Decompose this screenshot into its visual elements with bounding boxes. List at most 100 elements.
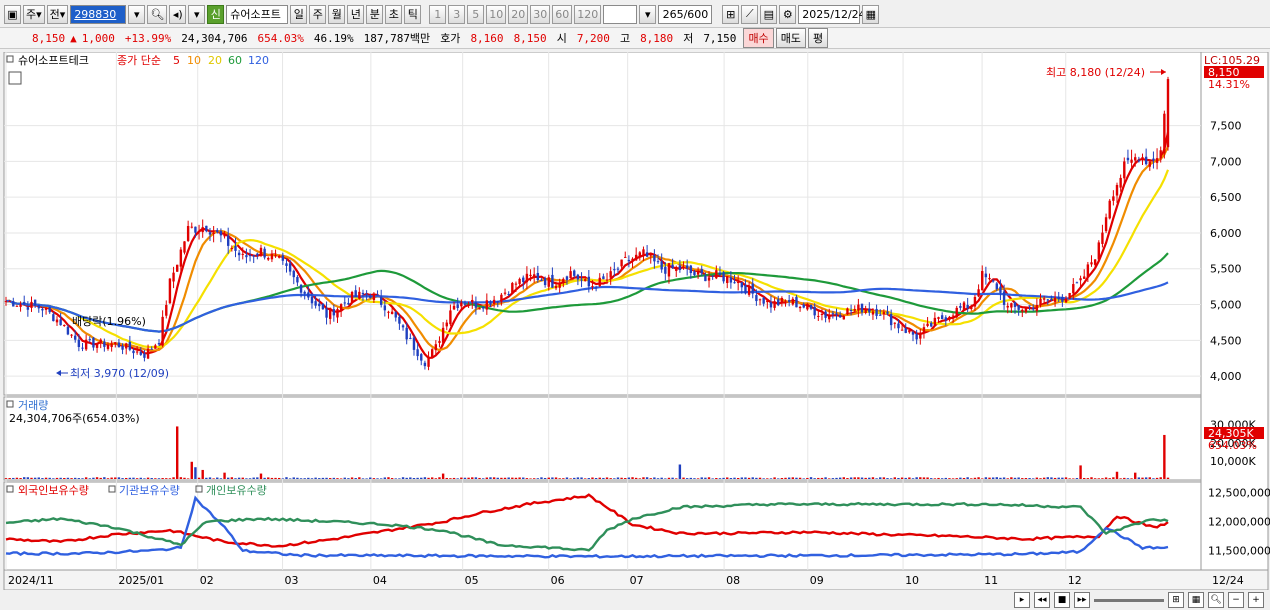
volume-bar — [973, 477, 977, 479]
volume-bar — [369, 477, 372, 479]
volume-bar — [1075, 478, 1079, 479]
volume-bar — [857, 477, 860, 479]
volume-tick-label: 10,000K — [1210, 455, 1256, 468]
period-week-button[interactable]: 주 — [309, 4, 327, 24]
code-dropdown-button[interactable]: ▾ — [128, 4, 146, 24]
chevron-down-icon[interactable]: ▾ — [639, 4, 657, 24]
interval-10-button[interactable]: 10 — [486, 4, 507, 24]
interval-1-button[interactable]: 1 — [429, 4, 447, 24]
market-type-select[interactable]: 주 ▾ — [23, 4, 45, 24]
volume-bar — [722, 477, 725, 479]
volume-bar — [594, 478, 598, 479]
period-second-button[interactable]: 초 — [385, 4, 403, 24]
gear-icon[interactable]: ⚙ — [779, 4, 797, 24]
volume-bar — [241, 477, 244, 479]
candle-body — [540, 279, 543, 281]
volume-bar — [631, 477, 634, 479]
evaluate-button[interactable]: 평 — [807, 28, 829, 48]
interval-120-button[interactable]: 120 — [574, 4, 602, 24]
candle-body — [715, 270, 718, 279]
rewind-icon[interactable]: ◂◂ — [1034, 592, 1050, 608]
candle-body — [609, 271, 612, 278]
draw-line-icon[interactable]: ⟋ — [741, 4, 759, 24]
candle-body — [259, 247, 263, 256]
candle-body — [569, 271, 572, 279]
buy-button[interactable]: 매수 — [743, 28, 774, 48]
candle-body — [824, 311, 827, 318]
candle-body — [616, 268, 620, 270]
sell-button[interactable]: 매도 — [775, 28, 806, 48]
layout-icon[interactable]: ⊞ — [1168, 592, 1184, 608]
candle-body — [41, 309, 44, 311]
candle-body — [219, 230, 223, 236]
candle-body — [762, 297, 765, 304]
volume-bar — [157, 478, 161, 479]
candle-body — [1046, 299, 1049, 301]
candle-body — [857, 304, 860, 311]
volume-bar — [409, 477, 412, 479]
stock-code-input[interactable]: 298830 — [70, 4, 127, 24]
high-label: 고 — [619, 32, 631, 45]
date-field[interactable]: 2025/12/24 — [798, 4, 866, 24]
candle-body — [948, 316, 951, 320]
bar-count-field[interactable]: 265/600 — [658, 4, 713, 24]
volume-bar — [1024, 478, 1028, 479]
zoom-slider[interactable] — [1094, 598, 1164, 602]
fast-forward-icon[interactable]: ▸▸ — [1074, 592, 1090, 608]
candle-body — [740, 282, 744, 288]
candle-body — [729, 277, 733, 283]
candle-body — [1013, 302, 1017, 307]
chart-tools-icon[interactable]: ⊞ — [722, 4, 740, 24]
volume-bar — [307, 477, 310, 479]
volume-bar — [500, 477, 503, 479]
stock-name-field[interactable]: 슈어소프트 — [226, 4, 289, 24]
period-tick-button[interactable]: 틱 — [404, 4, 422, 24]
speaker-icon[interactable]: ◂) — [169, 4, 187, 24]
candle-body — [438, 341, 441, 343]
period-minute-button[interactable]: 분 — [366, 4, 384, 24]
candle-body — [605, 279, 609, 281]
interval-custom-input[interactable] — [603, 4, 638, 24]
legend-ma10: 10 — [187, 54, 201, 67]
grid-icon[interactable]: ▦ — [1188, 592, 1204, 608]
interval-3-button[interactable]: 3 — [448, 4, 466, 24]
volume-bar — [991, 477, 995, 479]
candle-body — [146, 348, 150, 359]
volume-bar — [183, 477, 186, 479]
calculator-icon[interactable] — [8, 71, 22, 85]
candle-body — [554, 285, 558, 289]
volume-bar — [1163, 434, 1166, 479]
stop-icon[interactable]: ■ — [1054, 592, 1070, 608]
layout-icon[interactable]: ▣ — [4, 4, 21, 24]
volume-bar — [52, 478, 55, 479]
candle-body — [416, 349, 419, 357]
volume-bar — [809, 477, 813, 479]
period-day-button[interactable]: 일 — [290, 4, 308, 24]
calendar-icon[interactable]: ▦ — [862, 4, 880, 24]
stock-chart[interactable]: 4,000 4,500 5,000 5,500 6,000 6,500 7,000 7,500… — [0, 52, 1270, 590]
volume-bar — [88, 478, 91, 479]
scroll-right-icon[interactable]: ▸ — [1014, 592, 1030, 608]
chevron-down-icon[interactable]: ▾ — [188, 4, 206, 24]
search-icon[interactable]: 🔍︎ — [147, 4, 168, 24]
zoom-in-icon[interactable]: + — [1248, 592, 1264, 608]
candle-body — [492, 299, 496, 305]
interval-30-button[interactable]: 30 — [530, 4, 551, 24]
interval-60-button[interactable]: 60 — [552, 4, 573, 24]
zoom-out-icon[interactable]: − — [1228, 592, 1244, 608]
volume-bar — [1064, 477, 1068, 479]
interval-5-button[interactable]: 5 — [467, 4, 485, 24]
interval-20-button[interactable]: 20 — [508, 4, 529, 24]
candle-body — [594, 287, 598, 289]
volume-bar — [132, 477, 135, 479]
candle-body — [248, 255, 252, 257]
volume-bar — [489, 477, 492, 479]
period-month-button[interactable]: 월 — [328, 4, 346, 24]
search-icon[interactable]: 🔍︎ — [1208, 592, 1224, 608]
volume-bar — [602, 477, 605, 479]
save-icon[interactable]: ▤ — [760, 4, 778, 24]
candle-body — [420, 354, 423, 361]
volume-bar — [536, 478, 540, 479]
compare-select[interactable]: 전 ▾ — [46, 4, 69, 24]
period-year-button[interactable]: 년 — [347, 4, 365, 24]
